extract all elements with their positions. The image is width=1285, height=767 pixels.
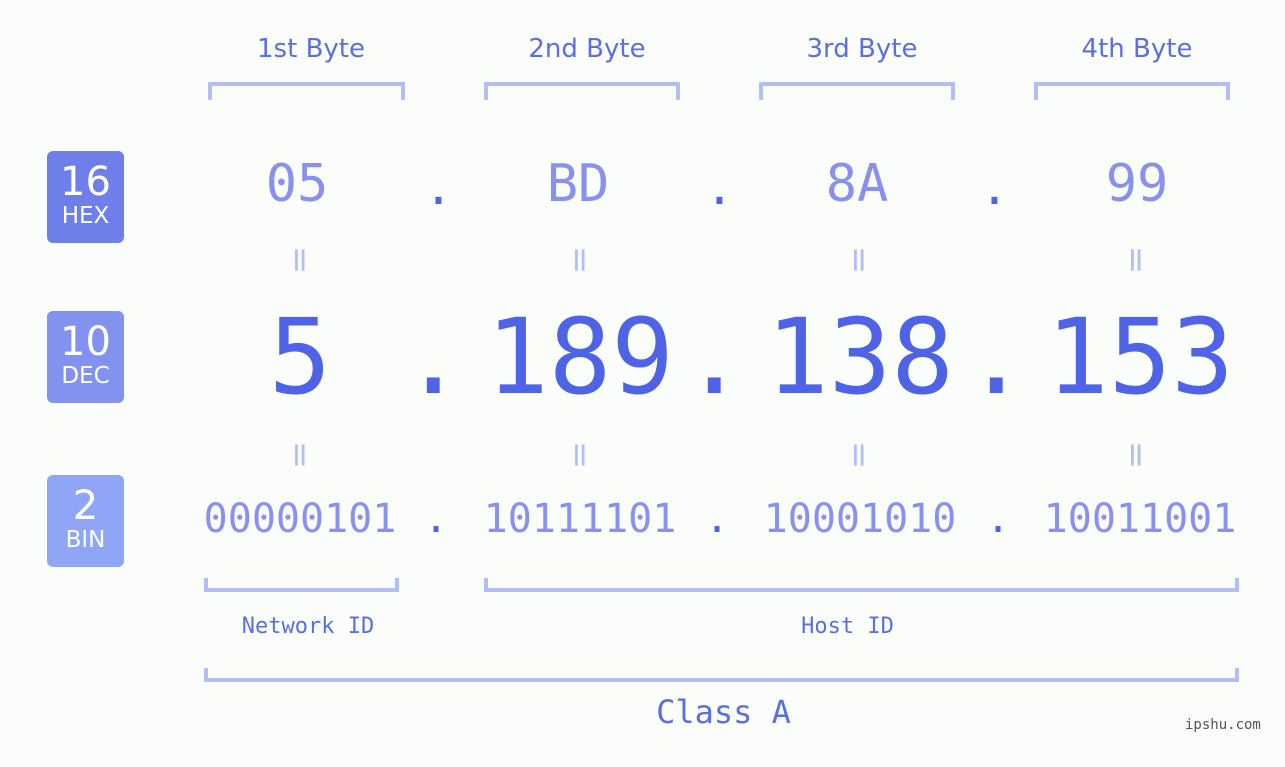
- watermark: ipshu.com: [1185, 717, 1261, 733]
- hex-octet-2: BD: [546, 154, 610, 214]
- bin-octet-2: 10111101: [483, 496, 677, 542]
- byte-header-4: 4th Byte: [1081, 34, 1193, 64]
- equals-sign: =: [839, 245, 879, 275]
- equals-sign: =: [1116, 245, 1156, 275]
- hex-separator-1: .: [424, 160, 453, 216]
- byte-bracket-4: [1034, 82, 1230, 100]
- hex-separator-2: .: [705, 160, 734, 216]
- bin-badge-number: 2: [72, 483, 99, 529]
- equals-sign: =: [560, 440, 600, 470]
- equals-sign: =: [280, 440, 320, 470]
- equals-sign: =: [1116, 440, 1156, 470]
- dec-separator-2: .: [683, 296, 746, 418]
- byte-bracket-3: [759, 82, 955, 100]
- dec-separator-1: .: [402, 296, 465, 418]
- host-id-label: Host ID: [801, 614, 894, 639]
- byte-bracket-2: [484, 82, 680, 100]
- bin-octet-4: 10011001: [1043, 496, 1237, 542]
- bin-separator-3: .: [986, 496, 1011, 542]
- byte-header-2: 2nd Byte: [528, 34, 646, 64]
- dec-badge-label: DEC: [61, 363, 110, 389]
- dec-badge: 10 DEC: [47, 311, 124, 403]
- hex-octet-1: 05: [265, 154, 329, 214]
- bin-badge: 2 BIN: [47, 475, 124, 567]
- bin-octet-3: 10001010: [763, 496, 957, 542]
- equals-sign: =: [280, 245, 320, 275]
- dec-octet-3: 138: [766, 296, 954, 418]
- byte-header-3: 3rd Byte: [806, 34, 918, 64]
- dec-octet-2: 189: [486, 296, 674, 418]
- bin-badge-label: BIN: [65, 527, 106, 553]
- hex-separator-3: .: [980, 160, 1009, 216]
- bin-separator-2: .: [705, 496, 730, 542]
- hex-badge: 16 HEX: [47, 151, 124, 243]
- dec-badge-number: 10: [60, 319, 111, 365]
- dec-separator-3: .: [965, 296, 1028, 418]
- byte-bracket-1: [208, 82, 405, 100]
- hex-octet-3: 8A: [825, 154, 889, 214]
- bin-octet-1: 00000101: [203, 496, 397, 542]
- hex-badge-label: HEX: [61, 203, 110, 229]
- class-label: Class A: [656, 693, 791, 731]
- equals-sign: =: [839, 440, 879, 470]
- byte-header-1: 1st Byte: [257, 34, 365, 64]
- equals-sign: =: [560, 245, 600, 275]
- hex-badge-number: 16: [60, 159, 111, 205]
- network-id-bracket: [204, 578, 399, 592]
- class-bracket: [204, 668, 1239, 682]
- network-id-label: Network ID: [241, 614, 375, 639]
- hex-octet-4: 99: [1105, 154, 1169, 214]
- bin-separator-1: .: [424, 496, 449, 542]
- dec-octet-1: 5: [268, 296, 332, 418]
- dec-octet-4: 153: [1046, 296, 1234, 418]
- host-id-bracket: [484, 578, 1239, 592]
